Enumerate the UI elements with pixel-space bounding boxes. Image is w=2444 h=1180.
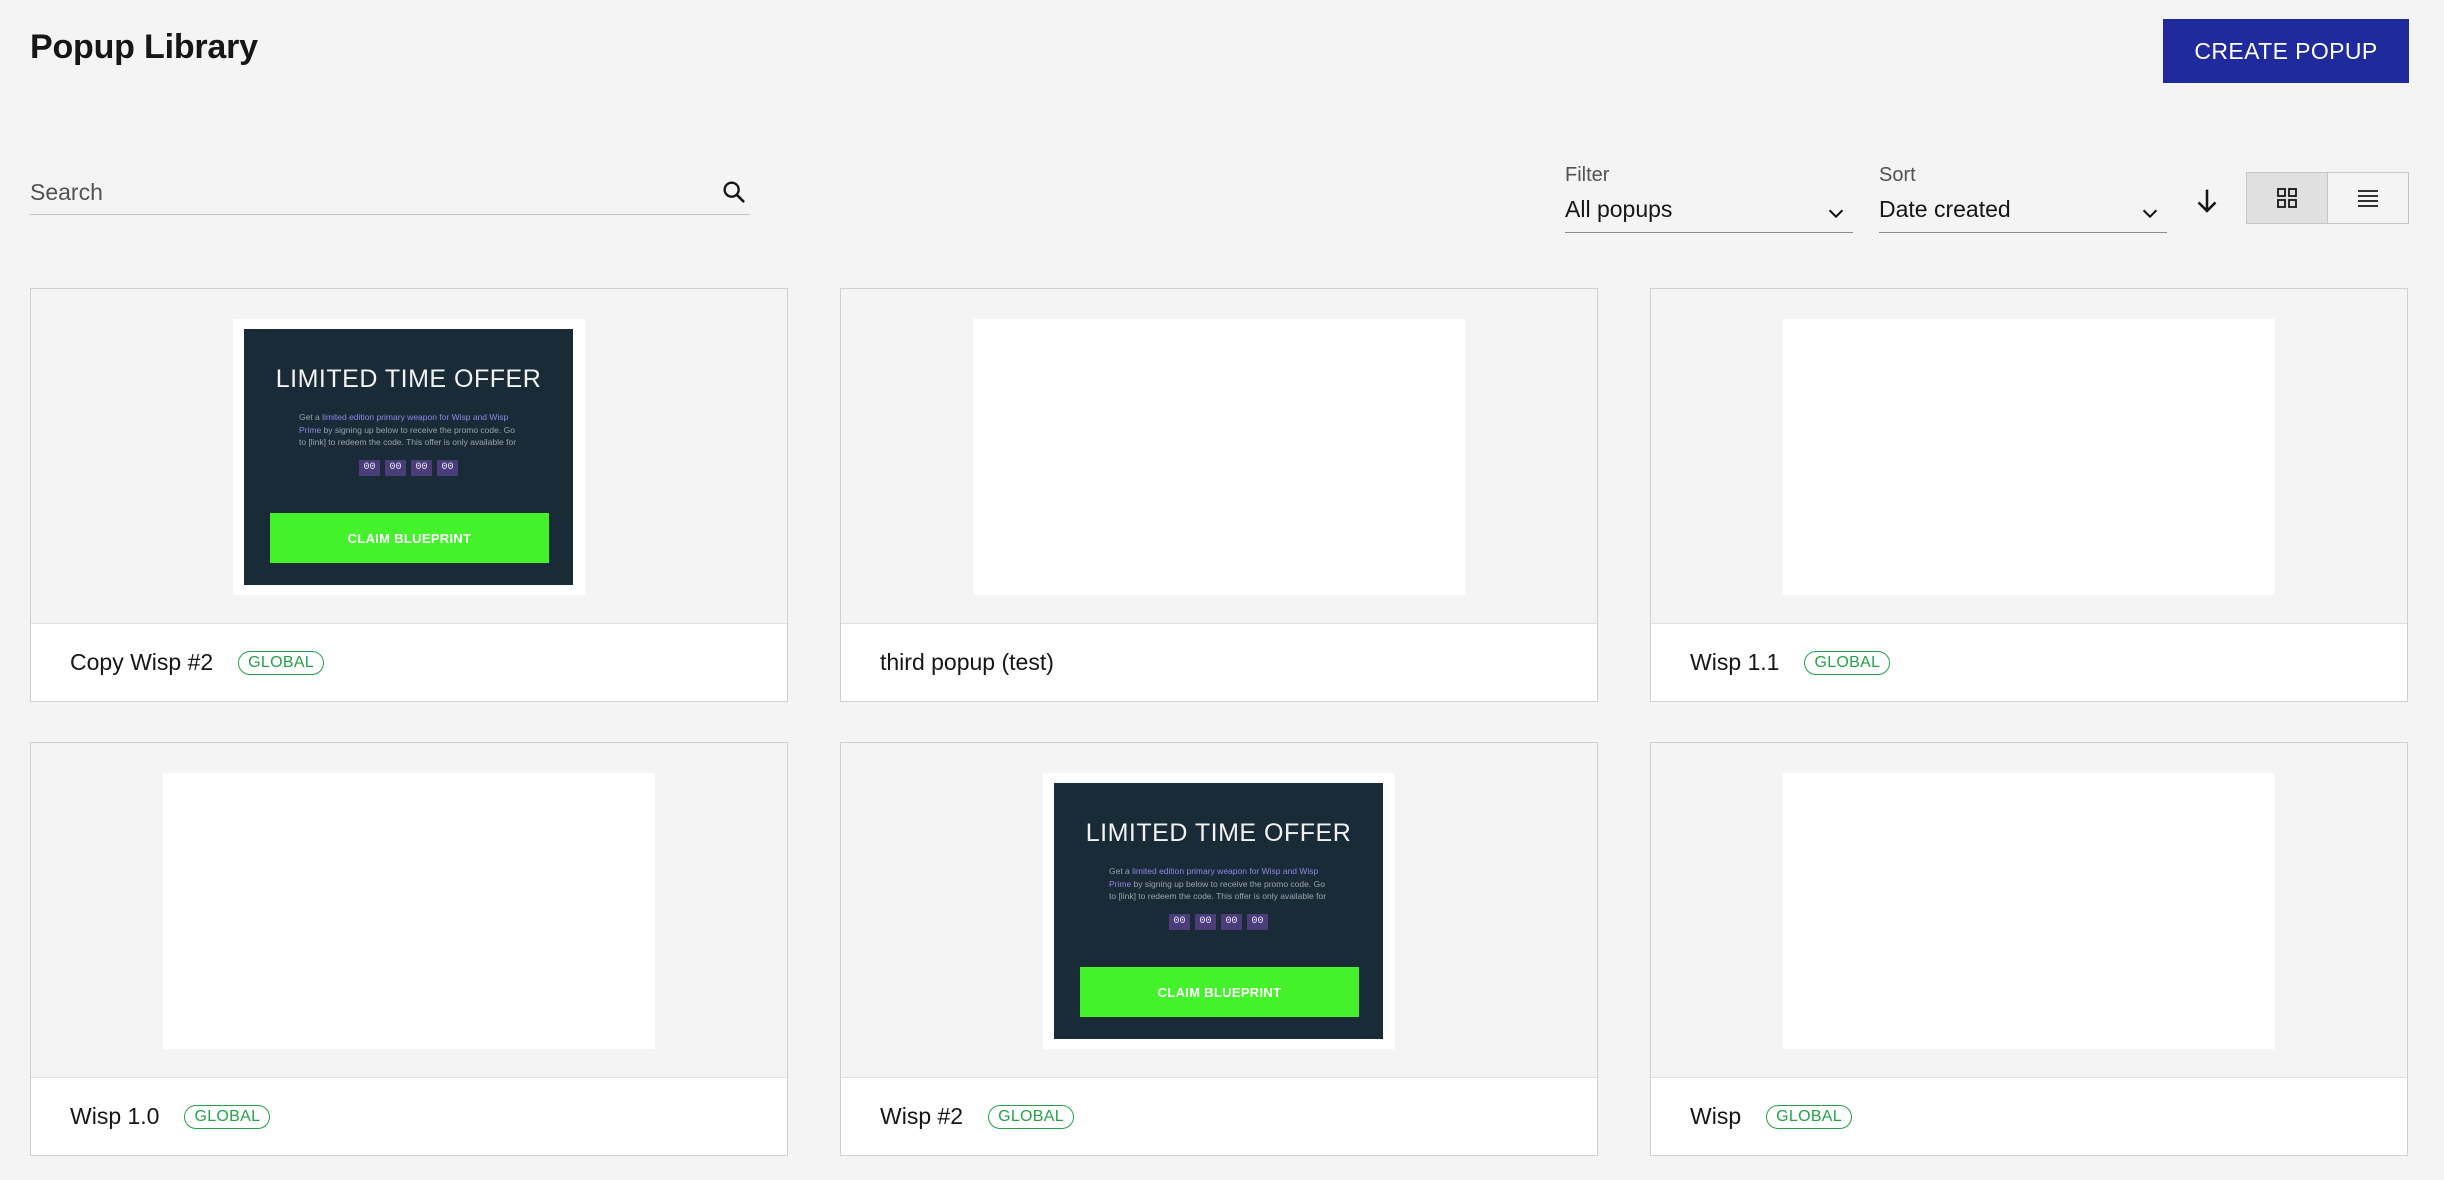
global-badge: GLOBAL: [238, 650, 325, 675]
popup-name: Wisp: [1690, 1103, 1742, 1129]
offer-panel: LIMITED TIME OFFER Get a limited edition…: [1054, 783, 1383, 1039]
search-input[interactable]: [30, 172, 680, 212]
timer-digit: 00: [437, 460, 458, 476]
popup-preview-area: [1651, 289, 2407, 625]
popup-preview-area: [841, 289, 1597, 625]
popup-card-footer: third popup (test): [841, 623, 1597, 701]
popup-card-footer: Wisp 1.1 GLOBAL: [1651, 623, 2407, 701]
search-icon[interactable]: [720, 178, 748, 206]
claim-blueprint-button: CLAIM BLUEPRINT: [1080, 967, 1359, 1017]
offer-panel: LIMITED TIME OFFER Get a limited edition…: [244, 329, 573, 585]
filter-dropdown[interactable]: Filter All popups: [1565, 162, 1853, 233]
global-badge: GLOBAL: [1804, 650, 1891, 675]
chevron-down-icon: [2142, 209, 2158, 219]
offer-body-after: by signing up below to receive the promo…: [299, 424, 517, 448]
arrow-down-icon[interactable]: [2190, 184, 2224, 218]
popup-preview-thumbnail: LIMITED TIME OFFER Get a limited edition…: [1043, 773, 1395, 1049]
create-popup-button[interactable]: CREATE POPUP: [2163, 19, 2409, 83]
popup-name: Copy Wisp #2: [70, 649, 214, 675]
search-field: [30, 172, 750, 215]
sort-label: Sort: [1879, 164, 1916, 186]
filter-label: Filter: [1565, 164, 1610, 186]
chevron-down-icon: [1828, 209, 1844, 219]
popup-card-footer: Copy Wisp #2 GLOBAL: [31, 623, 787, 701]
countdown-timer: 00 00 00 00: [1054, 914, 1383, 930]
popup-card[interactable]: LIMITED TIME OFFER Get a limited edition…: [30, 288, 788, 702]
popup-preview-area: [31, 743, 787, 1079]
popup-card[interactable]: Wisp GLOBAL: [1650, 742, 2408, 1156]
global-badge: GLOBAL: [1766, 1104, 1852, 1129]
popup-preview-thumbnail: LIMITED TIME OFFER Get a limited edition…: [233, 319, 585, 595]
popup-name: third popup (test): [880, 649, 1054, 675]
popup-card[interactable]: LIMITED TIME OFFER Get a limited edition…: [840, 742, 1598, 1156]
timer-digit: 00: [359, 460, 380, 476]
popup-name: Wisp 1.1: [1690, 649, 1780, 675]
timer-digit: 00: [385, 460, 406, 476]
list-view-button[interactable]: [2328, 173, 2408, 223]
filter-value: All popups: [1565, 196, 1673, 222]
offer-headline: LIMITED TIME OFFER: [1085, 819, 1352, 847]
sort-dropdown[interactable]: Sort Date created: [1879, 162, 2167, 233]
offer-body-before: Get a: [299, 412, 323, 422]
countdown-timer: 00 00 00 00: [244, 460, 573, 476]
offer-body-text: Get a limited edition primary weapon for…: [299, 411, 521, 449]
popup-preview-blank: [163, 773, 655, 1049]
popup-name: Wisp 1.0: [70, 1103, 160, 1129]
popup-card-footer: Wisp GLOBAL: [1651, 1077, 2407, 1155]
sort-value: Date created: [1879, 196, 2011, 222]
popup-preview-blank: [1783, 319, 2275, 595]
list-view-icon: [2358, 190, 2378, 207]
view-toggle: [2246, 172, 2409, 224]
popup-preview-area: LIMITED TIME OFFER Get a limited edition…: [31, 289, 787, 625]
timer-digit: 00: [1195, 914, 1216, 930]
popup-preview-area: LIMITED TIME OFFER Get a limited edition…: [841, 743, 1597, 1079]
global-badge: GLOBAL: [988, 1104, 1074, 1129]
popup-card[interactable]: third popup (test): [840, 288, 1598, 702]
timer-digit: 00: [1247, 914, 1268, 930]
page-title: Popup Library: [30, 28, 258, 66]
timer-digit: 00: [1221, 914, 1242, 930]
popup-card-footer: Wisp #2 GLOBAL: [841, 1077, 1597, 1155]
popup-card[interactable]: Wisp 1.0 GLOBAL: [30, 742, 788, 1156]
popup-card[interactable]: Wisp 1.1 GLOBAL: [1650, 288, 2408, 702]
popup-card-footer: Wisp 1.0 GLOBAL: [31, 1077, 787, 1155]
grid-view-button[interactable]: [2247, 173, 2328, 223]
timer-digit: 00: [411, 460, 432, 476]
popup-preview-blank: [1783, 773, 2275, 1049]
popup-preview-blank: [973, 319, 1465, 595]
grid-view-icon: [2277, 188, 2297, 208]
offer-body-text: Get a limited edition primary weapon for…: [1109, 865, 1331, 903]
offer-body-before: Get a: [1109, 866, 1133, 876]
popup-name: Wisp #2: [880, 1103, 964, 1129]
popup-preview-area: [1651, 743, 2407, 1079]
offer-body-after: by signing up below to receive the promo…: [1109, 878, 1327, 902]
claim-blueprint-button: CLAIM BLUEPRINT: [270, 513, 549, 563]
global-badge: GLOBAL: [184, 1104, 271, 1129]
offer-headline: LIMITED TIME OFFER: [275, 365, 542, 393]
timer-digit: 00: [1169, 914, 1190, 930]
